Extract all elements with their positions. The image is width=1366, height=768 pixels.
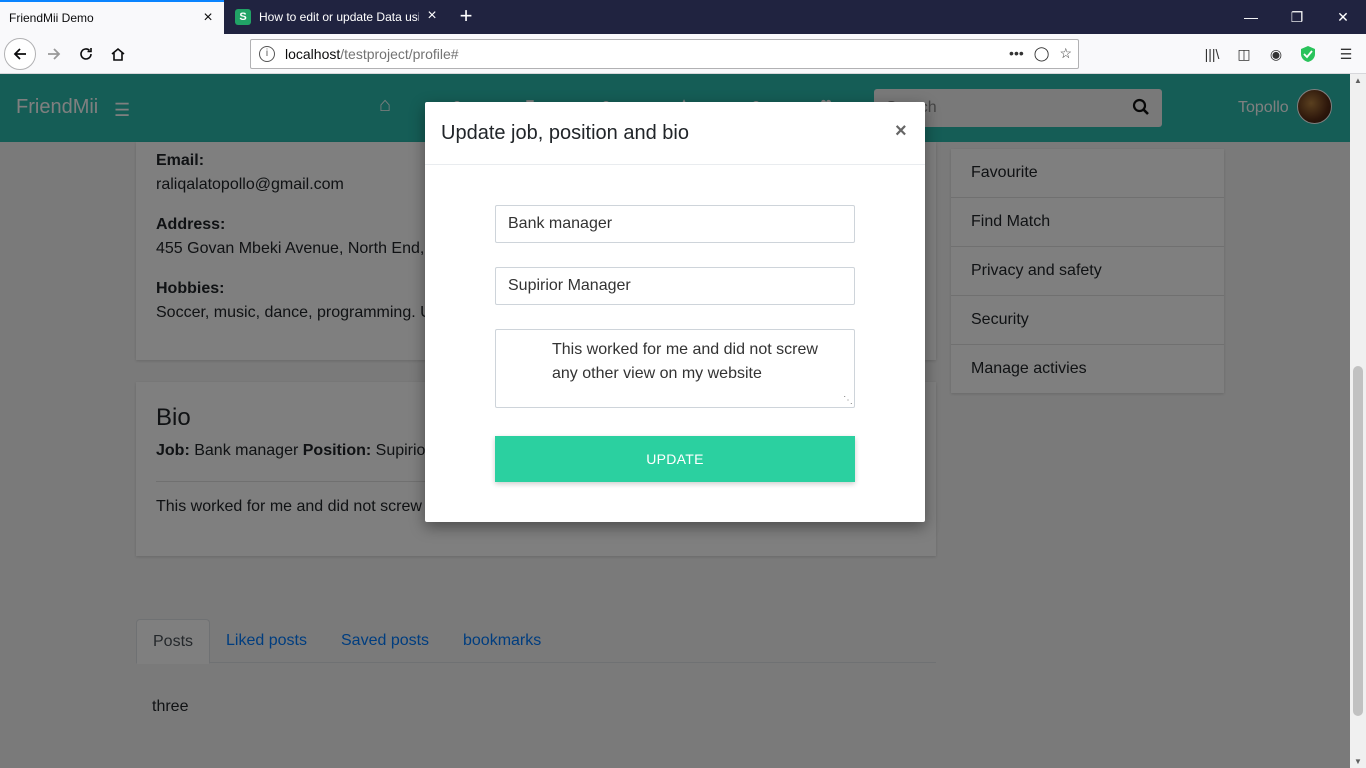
web-page: FriendMii ☰ ⌂ ● ▮ ● ▲ ● ♥ Search Topollo… [0, 74, 1350, 768]
modal-title: Update job, position and bio [441, 122, 689, 144]
shield-icon[interactable] [1296, 42, 1320, 66]
favicon-icon: S [235, 9, 251, 25]
browser-navigation-bar: i localhost/testproject/profile# ••• ◯ ☆… [0, 34, 1366, 74]
shield-check-icon [1301, 46, 1315, 62]
arrow-left-icon [13, 48, 26, 60]
new-tab-button[interactable]: + [454, 4, 478, 28]
reload-icon [80, 48, 92, 60]
url-path: /testproject/profile# [340, 46, 459, 62]
more-actions-icon[interactable]: ••• [1009, 45, 1024, 62]
job-input[interactable] [495, 205, 855, 243]
scroll-up-icon[interactable]: ▲ [1354, 76, 1362, 85]
resize-grip-icon[interactable]: ⋱ [843, 396, 853, 406]
restore-button[interactable]: ❐ [1274, 0, 1320, 34]
tab-title: FriendMii Demo [9, 11, 94, 25]
sidebar-icon[interactable]: ◫ [1232, 42, 1256, 66]
reload-button[interactable] [70, 38, 102, 70]
home-icon [111, 47, 125, 61]
tab-title: How to edit or update Data usin [259, 10, 419, 24]
close-tab-icon[interactable]: × [200, 10, 216, 26]
scroll-thumb[interactable] [1353, 366, 1363, 716]
close-tab-icon[interactable]: × [424, 8, 440, 24]
bio-textarea[interactable]: This worked for me and did not screw any… [495, 329, 855, 408]
back-button[interactable] [4, 38, 36, 70]
bookmark-star-icon[interactable]: ☆ [1059, 45, 1072, 62]
scroll-down-icon[interactable]: ▼ [1354, 757, 1362, 766]
browser-tab-howto[interactable]: S How to edit or update Data usin × [226, 0, 448, 34]
page-scrollbar[interactable]: ▲ ▼ [1350, 74, 1366, 768]
update-button[interactable]: UPDATE [495, 436, 855, 482]
home-button[interactable] [102, 38, 134, 70]
minimize-button[interactable]: — [1228, 0, 1274, 34]
account-icon[interactable]: ◉ [1264, 42, 1288, 66]
browser-tab-bar: FriendMii Demo × S How to edit or update… [0, 0, 1366, 34]
arrow-right-icon [48, 48, 61, 60]
forward-button[interactable] [38, 38, 70, 70]
position-input[interactable] [495, 267, 855, 305]
url-host: localhost [285, 46, 341, 62]
library-icon[interactable]: |||\ [1200, 42, 1224, 66]
browser-tab-friendmii[interactable]: FriendMii Demo × [0, 0, 224, 34]
pocket-icon[interactable]: ◯ [1034, 45, 1050, 62]
close-icon[interactable]: × [895, 120, 907, 143]
info-icon[interactable]: i [259, 46, 275, 62]
close-window-button[interactable]: ✕ [1320, 0, 1366, 34]
menu-icon[interactable]: ☰ [1334, 42, 1358, 66]
address-bar[interactable]: i localhost/testproject/profile# ••• ◯ ☆ [250, 39, 1079, 69]
divider [425, 164, 925, 165]
update-profile-modal: Update job, position and bio × This work… [425, 102, 925, 522]
